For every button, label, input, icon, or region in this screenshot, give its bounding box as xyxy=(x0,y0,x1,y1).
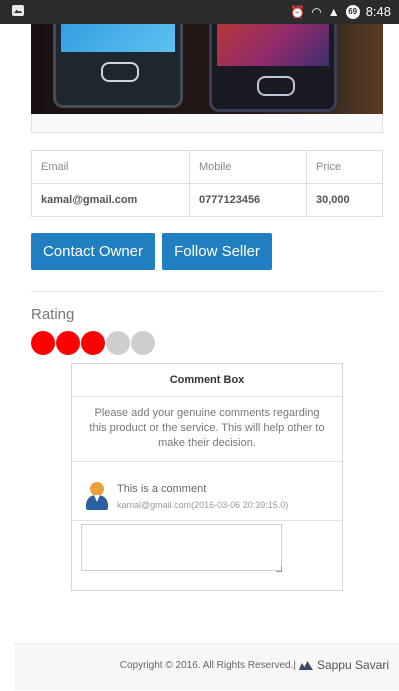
copyright-text: Copyright © 2016. All Rights Reserved.| xyxy=(119,659,296,671)
table-header-price: Price xyxy=(306,150,383,184)
comment-box-title: Comment Box xyxy=(72,364,342,397)
rating-dot-5[interactable] xyxy=(131,331,155,355)
rating-label: Rating xyxy=(31,306,75,323)
comment-box: Comment Box Please add your genuine comm… xyxy=(71,363,343,591)
divider xyxy=(31,291,383,292)
product-image[interactable] xyxy=(31,24,383,114)
seller-info-table: Email Mobile Price kamal@gmail.com 07771… xyxy=(31,150,383,217)
user-avatar-icon xyxy=(85,482,109,510)
rating-dot-4[interactable] xyxy=(106,331,130,355)
footer-line: Copyright © 2016. All Rights Reserved.| … xyxy=(120,658,389,672)
alarm-icon: ⏰ xyxy=(290,4,306,19)
status-time: 8:48 xyxy=(365,4,391,19)
comment-text: This is a comment xyxy=(117,483,207,495)
brand-logo-icon xyxy=(298,661,313,670)
table-row: kamal@gmail.com 0777123456 30,000 xyxy=(31,183,383,217)
mobile-value: 0777123456 xyxy=(189,183,307,217)
comment-input[interactable] xyxy=(81,524,282,571)
price-value: 30,000 xyxy=(306,183,383,217)
comment-meta: kamal@gmail.com(2016-03-06 20:39:15.0) xyxy=(117,500,289,510)
image-caption-bar xyxy=(31,114,383,133)
footer: Copyright © 2016. All Rights Reserved.| … xyxy=(14,643,399,690)
wifi-icon: ◠ xyxy=(311,4,322,19)
status-bar: ⏰ ◠ ▲ 69 8:48 xyxy=(0,0,399,24)
table-header-row: Email Mobile Price xyxy=(31,150,383,184)
table-header-mobile: Mobile xyxy=(189,150,307,184)
rating-stars[interactable] xyxy=(31,331,156,355)
brand-name[interactable]: Sappu Savari xyxy=(317,658,389,672)
rating-dot-2[interactable] xyxy=(56,331,80,355)
follow-seller-button[interactable]: Follow Seller xyxy=(162,233,272,270)
contact-owner-button[interactable]: Contact Owner xyxy=(31,233,155,270)
email-value: kamal@gmail.com xyxy=(31,183,190,217)
phone-illustration xyxy=(209,24,337,112)
rating-dot-1[interactable] xyxy=(31,331,55,355)
battery-icon: 69 xyxy=(345,4,360,19)
image-icon xyxy=(12,5,24,16)
signal-icon: ▲ xyxy=(327,4,340,19)
status-icons: ⏰ ◠ ▲ 69 8:48 xyxy=(290,4,391,19)
table-header-email: Email xyxy=(31,150,190,184)
comment-box-description: Please add your genuine comments regardi… xyxy=(72,397,342,462)
rating-dot-3[interactable] xyxy=(81,331,105,355)
resize-grip-icon[interactable] xyxy=(276,566,282,572)
phone-illustration xyxy=(53,24,183,108)
comment-item: This is a comment kamal@gmail.com(2016-0… xyxy=(72,462,342,521)
